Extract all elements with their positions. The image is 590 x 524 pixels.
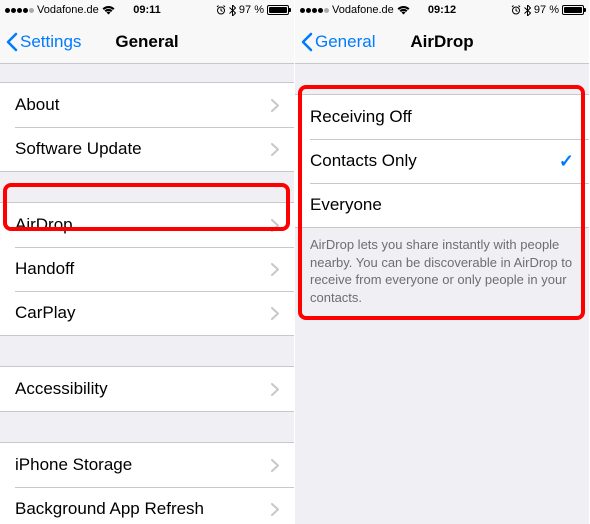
row-handoff[interactable]: Handoff (0, 247, 294, 291)
nav-bar: Settings General (0, 20, 294, 64)
wifi-icon (397, 6, 410, 15)
battery-pct: 97 % (534, 4, 559, 16)
chevron-right-icon (271, 263, 279, 276)
status-time: 09:12 (428, 4, 456, 16)
content: About Software Update AirDrop Handoff Ca… (0, 64, 294, 524)
carrier-label: Vodafone.de (332, 4, 394, 16)
chevron-right-icon (271, 219, 279, 232)
chevron-right-icon (271, 503, 279, 516)
chevron-left-icon (6, 32, 18, 52)
row-label: Software Update (15, 139, 271, 159)
alarm-icon (511, 5, 521, 15)
option-label: Receiving Off (310, 107, 574, 127)
wifi-icon (102, 6, 115, 15)
back-label: General (315, 32, 375, 52)
row-background-refresh[interactable]: Background App Refresh (0, 487, 294, 524)
chevron-left-icon (301, 32, 313, 52)
bluetooth-icon (524, 5, 531, 16)
status-bar: Vodafone.de 09:11 97 % (0, 0, 294, 20)
row-iphone-storage[interactable]: iPhone Storage (0, 443, 294, 487)
option-contacts-only[interactable]: Contacts Only ✓ (295, 139, 589, 183)
row-carplay[interactable]: CarPlay (0, 291, 294, 335)
content: Receiving Off Contacts Only ✓ Everyone A… (295, 64, 589, 524)
signal-icon (300, 8, 329, 13)
checkmark-icon: ✓ (559, 151, 574, 172)
alarm-icon (216, 5, 226, 15)
row-accessibility[interactable]: Accessibility (0, 367, 294, 411)
screen-airdrop: Vodafone.de 09:12 97 % General AirDrop R… (295, 0, 590, 524)
chevron-right-icon (271, 383, 279, 396)
battery-icon (267, 5, 289, 15)
row-label: About (15, 95, 271, 115)
bluetooth-icon (229, 5, 236, 16)
row-label: AirDrop (15, 215, 271, 235)
status-time: 09:11 (133, 4, 161, 16)
back-button[interactable]: Settings (6, 32, 81, 52)
battery-icon (562, 5, 584, 15)
option-label: Contacts Only (310, 151, 559, 171)
nav-title: AirDrop (410, 32, 473, 52)
chevron-right-icon (271, 143, 279, 156)
option-receiving-off[interactable]: Receiving Off (295, 95, 589, 139)
status-bar: Vodafone.de 09:12 97 % (295, 0, 589, 20)
option-label: Everyone (310, 195, 574, 215)
carrier-label: Vodafone.de (37, 4, 99, 16)
row-about[interactable]: About (0, 83, 294, 127)
row-label: Handoff (15, 259, 271, 279)
row-airdrop[interactable]: AirDrop (0, 203, 294, 247)
row-label: Background App Refresh (15, 499, 271, 519)
back-label: Settings (20, 32, 81, 52)
signal-icon (5, 8, 34, 13)
back-button[interactable]: General (301, 32, 375, 52)
row-label: CarPlay (15, 303, 271, 323)
row-label: iPhone Storage (15, 455, 271, 475)
chevron-right-icon (271, 459, 279, 472)
chevron-right-icon (271, 307, 279, 320)
battery-pct: 97 % (239, 4, 264, 16)
chevron-right-icon (271, 99, 279, 112)
row-label: Accessibility (15, 379, 271, 399)
airdrop-footer-text: AirDrop lets you share instantly with pe… (295, 228, 589, 314)
row-software-update[interactable]: Software Update (0, 127, 294, 171)
option-everyone[interactable]: Everyone (295, 183, 589, 227)
screen-general: Vodafone.de 09:11 97 % Settings General … (0, 0, 295, 524)
nav-bar: General AirDrop (295, 20, 589, 64)
nav-title: General (115, 32, 178, 52)
